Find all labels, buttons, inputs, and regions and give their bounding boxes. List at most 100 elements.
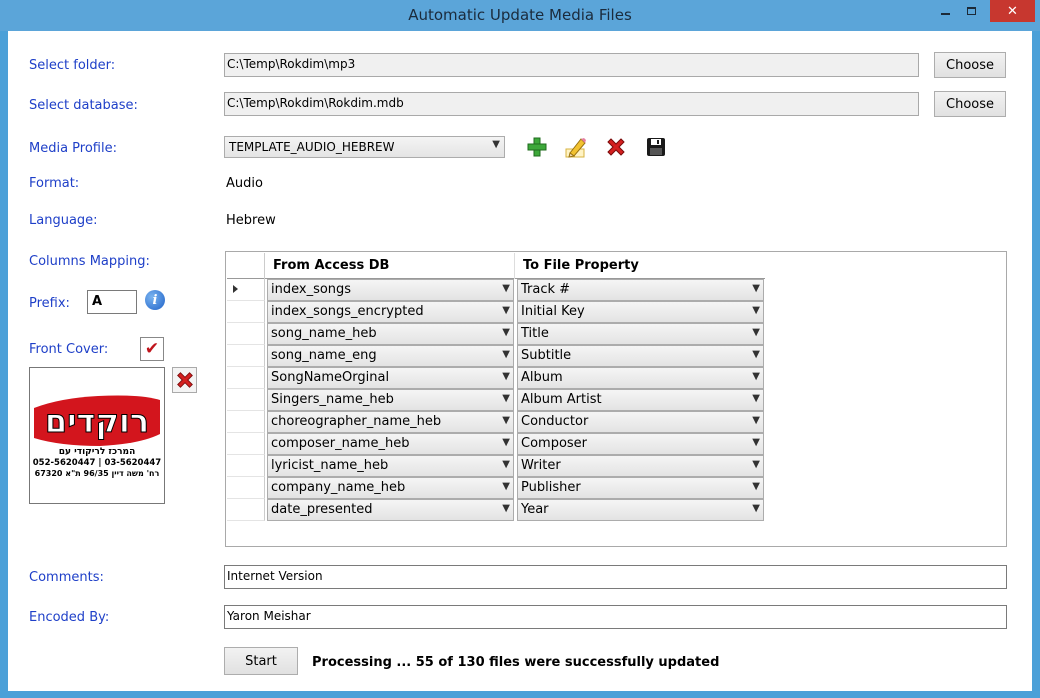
table-row[interactable]: choreographer_name_heb ▼ Conductor ▼ [227, 411, 765, 433]
edit-profile-button[interactable] [563, 134, 589, 160]
close-button[interactable]: ✕ [990, 0, 1035, 22]
chevron-down-icon: ▼ [502, 349, 510, 360]
prefix-input[interactable]: A [87, 290, 137, 314]
source-column-select[interactable]: Singers_name_heb ▼ [267, 389, 514, 411]
source-column-value: song_name_heb [271, 326, 377, 341]
comments-input[interactable]: Internet Version [224, 565, 1007, 589]
delete-profile-icon [607, 138, 625, 156]
file-property-select[interactable]: Title ▼ [517, 323, 764, 345]
language-value: Hebrew [226, 213, 276, 228]
chevron-down-icon: ▼ [502, 283, 510, 294]
file-property-select[interactable]: Writer ▼ [517, 455, 764, 477]
choose-folder-button[interactable]: Choose [934, 52, 1006, 78]
source-column-value: SongNameOrginal [271, 370, 390, 385]
rokdim-logo: רוקדים המרכז לריקודי עם 052-5620447 | 03… [33, 395, 162, 478]
chevron-down-icon: ▼ [752, 459, 760, 470]
choose-database-button[interactable]: Choose [934, 91, 1006, 117]
media-profile-label: Media Profile: [29, 141, 117, 156]
front-cover-label: Front Cover: [29, 342, 109, 357]
info-icon[interactable]: i [145, 290, 165, 310]
encoded-by-input[interactable]: Yaron Meishar [224, 605, 1007, 629]
delete-profile-button[interactable] [603, 134, 629, 160]
add-profile-icon [527, 137, 547, 157]
column-header-to[interactable]: To File Property [515, 253, 765, 279]
file-property-select[interactable]: Album Artist ▼ [517, 389, 764, 411]
chevron-down-icon: ▼ [502, 305, 510, 316]
source-column-select[interactable]: index_songs_encrypted ▼ [267, 301, 514, 323]
file-property-value: Composer [521, 436, 588, 451]
maximize-icon [967, 7, 976, 15]
file-property-value: Album [521, 370, 563, 385]
table-row[interactable]: lyricist_name_heb ▼ Writer ▼ [227, 455, 765, 477]
file-property-select[interactable]: Track # ▼ [517, 279, 764, 301]
columns-mapping-label: Columns Mapping: [29, 254, 150, 269]
file-property-select[interactable]: Composer ▼ [517, 433, 764, 455]
file-property-select[interactable]: Conductor ▼ [517, 411, 764, 433]
checkmark-icon: ✔ [144, 339, 160, 359]
row-header[interactable] [227, 455, 265, 477]
source-column-select[interactable]: choreographer_name_heb ▼ [267, 411, 514, 433]
table-row[interactable]: composer_name_heb ▼ Composer ▼ [227, 433, 765, 455]
row-header[interactable] [227, 345, 265, 367]
row-header[interactable] [227, 301, 265, 323]
chevron-down-icon: ▼ [502, 393, 510, 404]
title-bar: Automatic Update Media Files ✕ [0, 0, 1040, 31]
chevron-down-icon: ▼ [502, 481, 510, 492]
maximize-button[interactable] [958, 0, 985, 22]
media-profile-select[interactable]: TEMPLATE_AUDIO_HEBREW ▼ [224, 136, 505, 158]
file-property-select[interactable]: Year ▼ [517, 499, 764, 521]
save-profile-button[interactable] [643, 134, 669, 160]
start-button[interactable]: Start [224, 647, 298, 675]
row-header[interactable] [227, 433, 265, 455]
source-column-value: choreographer_name_heb [271, 414, 442, 429]
chevron-down-icon: ▼ [752, 415, 760, 426]
source-column-select[interactable]: date_presented ▼ [267, 499, 514, 521]
source-column-select[interactable]: index_songs ▼ [267, 279, 514, 301]
row-header[interactable] [227, 323, 265, 345]
row-header[interactable] [227, 389, 265, 411]
database-path-field[interactable]: C:\Temp\Rokdim\Rokdim.mdb [224, 92, 919, 116]
chevron-down-icon: ▼ [502, 437, 510, 448]
logo-phones: 052-5620447 | 03-5620447 [33, 458, 162, 468]
row-header[interactable] [227, 477, 265, 499]
table-row[interactable]: song_name_eng ▼ Subtitle ▼ [227, 345, 765, 367]
close-icon: ✕ [1007, 3, 1018, 19]
front-cover-checkbox[interactable]: ✔ [140, 337, 164, 361]
source-column-select[interactable]: composer_name_heb ▼ [267, 433, 514, 455]
table-row[interactable]: index_songs ▼ Track # ▼ [227, 279, 765, 301]
table-row[interactable]: company_name_heb ▼ Publisher ▼ [227, 477, 765, 499]
logo-tagline: המרכז לריקודי עם [59, 447, 136, 457]
source-column-value: date_presented [271, 502, 373, 517]
file-property-select[interactable]: Album ▼ [517, 367, 764, 389]
front-cover-image: רוקדים המרכז לריקודי עם 052-5620447 | 03… [29, 367, 165, 504]
table-row[interactable]: date_presented ▼ Year ▼ [227, 499, 765, 521]
source-column-select[interactable]: song_name_eng ▼ [267, 345, 514, 367]
select-folder-label: Select folder: [29, 58, 116, 73]
remove-cover-button[interactable] [172, 367, 197, 393]
file-property-select[interactable]: Subtitle ▼ [517, 345, 764, 367]
row-header[interactable] [227, 279, 265, 301]
file-property-select[interactable]: Publisher ▼ [517, 477, 764, 499]
source-column-select[interactable]: lyricist_name_heb ▼ [267, 455, 514, 477]
table-row[interactable]: SongNameOrginal ▼ Album ▼ [227, 367, 765, 389]
minimize-button[interactable] [932, 0, 958, 22]
table-row[interactable]: index_songs_encrypted ▼ Initial Key ▼ [227, 301, 765, 323]
source-column-select[interactable]: SongNameOrginal ▼ [267, 367, 514, 389]
chevron-down-icon: ▼ [752, 481, 760, 492]
source-column-select[interactable]: company_name_heb ▼ [267, 477, 514, 499]
file-property-select[interactable]: Initial Key ▼ [517, 301, 764, 323]
table-row[interactable]: song_name_heb ▼ Title ▼ [227, 323, 765, 345]
add-profile-button[interactable] [524, 134, 550, 160]
column-header-from[interactable]: From Access DB [265, 253, 515, 279]
source-column-value: Singers_name_heb [271, 392, 394, 407]
table-row[interactable]: Singers_name_heb ▼ Album Artist ▼ [227, 389, 765, 411]
source-column-select[interactable]: song_name_heb ▼ [267, 323, 514, 345]
folder-path-field[interactable]: C:\Temp\Rokdim\mp3 [224, 53, 919, 77]
chevron-down-icon: ▼ [752, 305, 760, 316]
row-header[interactable] [227, 367, 265, 389]
row-header[interactable] [227, 499, 265, 521]
file-property-value: Track # [521, 282, 571, 297]
row-header-corner [227, 253, 265, 279]
source-column-value: company_name_heb [271, 480, 406, 495]
row-header[interactable] [227, 411, 265, 433]
